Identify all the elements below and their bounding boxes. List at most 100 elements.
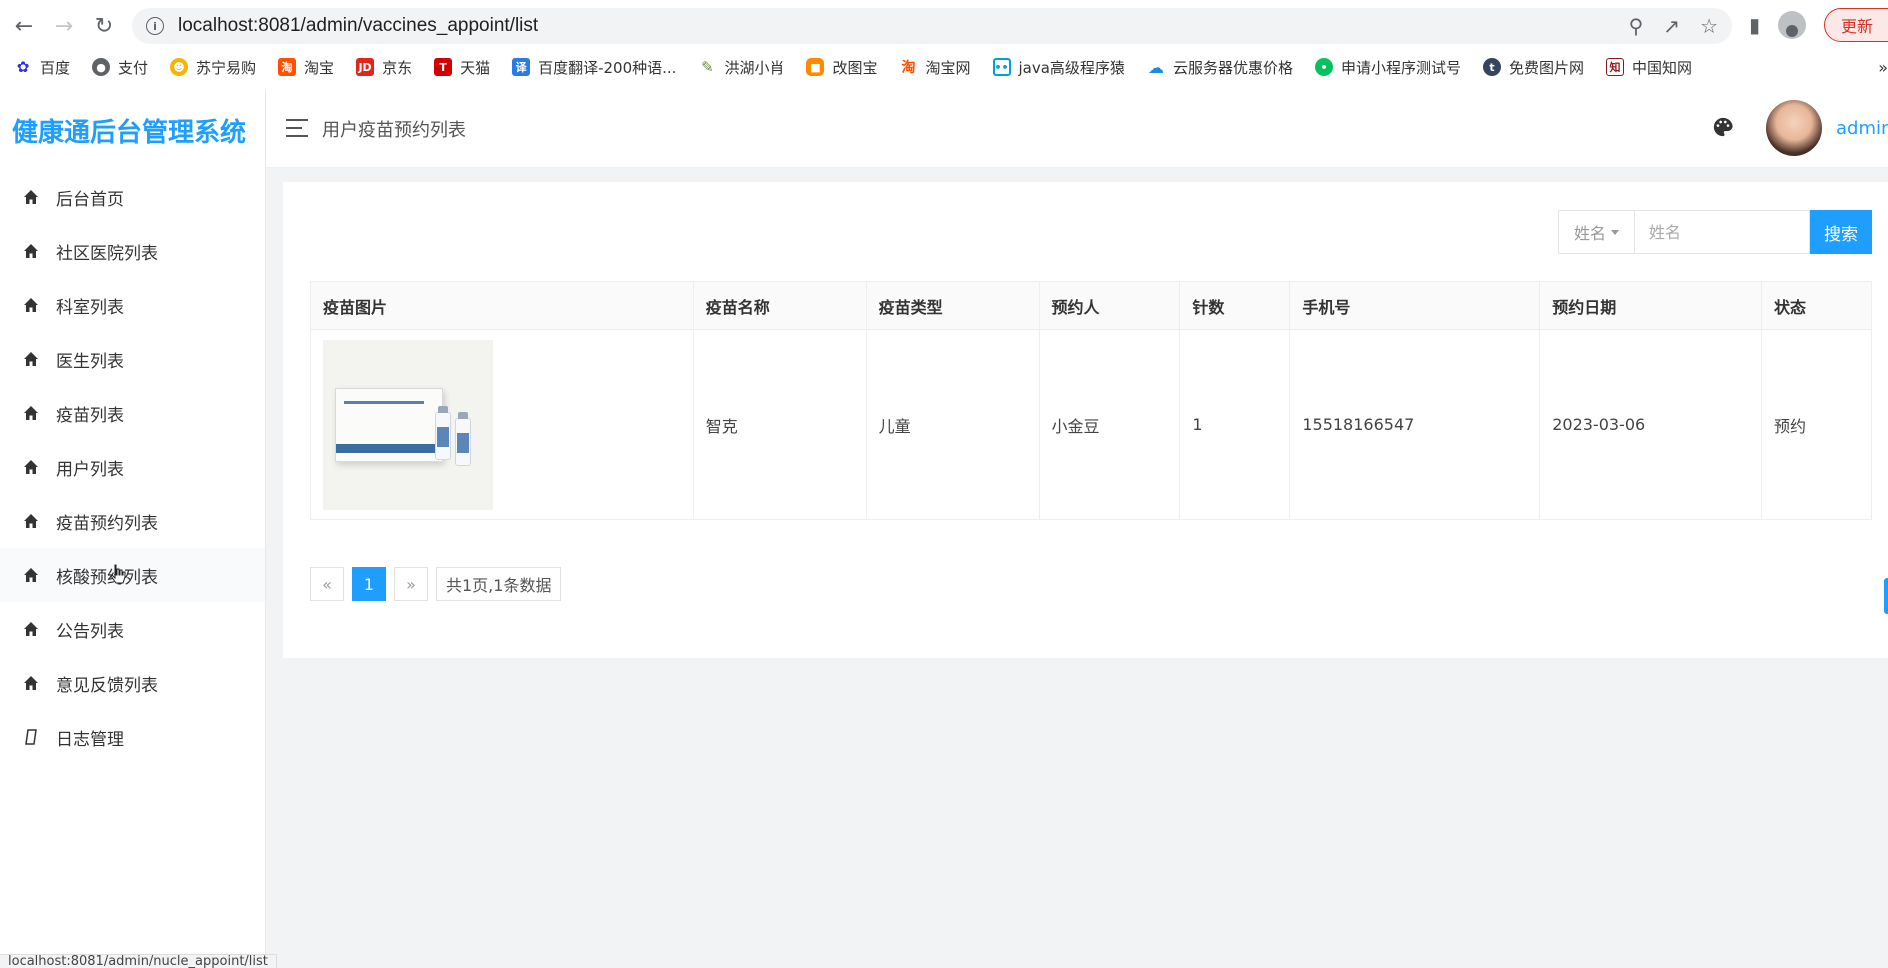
link-status-bar: localhost:8081/admin/nucle_appoint/list — [0, 954, 277, 968]
bookmark-item[interactable]: 译百度翻译-200种语... — [512, 57, 676, 78]
bookmark-item[interactable]: ☻ 苏宁易购 — [170, 57, 256, 78]
address-url[interactable]: localhost:8081/admin/vaccines_appoint/li… — [178, 15, 538, 37]
menu-toggle-icon[interactable] — [286, 119, 308, 137]
caret-down-icon — [1611, 229, 1619, 235]
sidebar-item[interactable]: 日志管理 — [0, 710, 265, 764]
user-avatar[interactable] — [1766, 100, 1822, 156]
bilibili-icon: •• — [992, 58, 1011, 76]
update-button[interactable]: 更新 ⋮ — [1823, 8, 1888, 42]
site-info-icon[interactable]: i — [146, 17, 164, 35]
back-arrow-icon[interactable]: ← — [4, 6, 44, 46]
tumblr-icon: t — [1482, 58, 1501, 76]
phone-cell: 15518166547 — [1289, 329, 1541, 520]
sidebar-item-label: 科室列表 — [56, 297, 124, 318]
home-icon — [22, 404, 40, 422]
bookmark-item[interactable]: 淘淘宝 — [278, 57, 334, 78]
reload-icon[interactable]: ↻ — [84, 6, 124, 46]
column-header: 疫苗名称 — [692, 281, 867, 330]
sidebar-menu: 后台首页社区医院列表 科室列表医生列表疫苗列表用户列表 疫苗预约列表 核酸预约列表 公告… — [0, 170, 265, 764]
page-title: 用户疫苗预约列表 — [322, 120, 466, 141]
tmall-icon: T — [434, 58, 453, 76]
home-icon — [22, 242, 40, 260]
sidebar-item[interactable]: 意见反馈列表 — [0, 656, 265, 710]
bookmark-item[interactable]: ✎ 洪湖小肖 — [698, 57, 784, 78]
page-number-button[interactable]: 1 — [352, 567, 386, 601]
pagination-info: 共1页,1条数据 — [436, 567, 562, 601]
sidebar-item[interactable]: 疫苗列表 — [0, 386, 265, 440]
sidebar-item-label: 后台首页 — [56, 189, 124, 210]
mouse-cursor-icon — [110, 564, 126, 584]
home-icon — [22, 566, 40, 584]
sidebar-item-label: 社区医院列表 — [56, 243, 158, 264]
sidebar-item-label: 疫苗列表 — [56, 405, 124, 426]
bookmark-label: 中国知网 — [1631, 58, 1692, 77]
bookmark-label: 京东 — [382, 58, 413, 77]
status-cell: 预约 — [1761, 329, 1872, 520]
vaccine-image-cell — [310, 329, 694, 520]
profile-icon[interactable] — [1777, 11, 1806, 39]
home-icon — [22, 188, 40, 206]
admin-username[interactable]: admin — [1836, 118, 1888, 139]
bookmark-item[interactable]: 知中国知网 — [1605, 57, 1692, 78]
zoom-icon[interactable]: ⚲ — [1629, 14, 1644, 38]
side-panel-icon[interactable]: ▮ — [1749, 13, 1760, 37]
prev-page-button[interactable]: « — [310, 567, 344, 601]
sidebar-item[interactable]: 科室列表 — [0, 278, 265, 332]
bookmark-item[interactable]: ■ 改图宝 — [806, 57, 877, 78]
share-icon[interactable]: ↗ — [1663, 14, 1680, 38]
bookmark-label: 申请小程序测试号 — [1340, 58, 1461, 77]
bookmarks-bar: ✿ 百度 ● 支付 ☻ 苏宁易购 淘淘宝 JD 京东 T 天猫 译百度翻译-200种语..… — [0, 52, 1888, 82]
bookmark-item[interactable]: • 申请小程序测试号 — [1314, 57, 1461, 78]
bookmark-label: 百度翻译-200种语... — [538, 58, 677, 77]
sidebar-item[interactable]: 公告列表 — [0, 602, 265, 656]
wechat-icon: • — [1314, 58, 1333, 76]
browser-toolbar: ← → ↻ i localhost:8081/admin/vaccines_ap… — [0, 0, 1888, 52]
vaccine-name-cell: 智克 — [692, 329, 867, 520]
home-icon — [22, 458, 40, 476]
appointment-date-cell: 2023-03-06 — [1539, 329, 1763, 520]
home-icon — [22, 350, 40, 368]
vial-shape — [435, 405, 451, 460]
bookmark-item[interactable]: ● 支付 — [92, 57, 148, 78]
suning-icon: ☻ — [170, 58, 189, 76]
bookmarks-overflow-icon[interactable]: » — [1878, 52, 1888, 82]
bookmark-item[interactable]: ✿ 百度 — [14, 57, 70, 78]
bookmark-item[interactable]: ☁ 云服务器优惠价格 — [1147, 57, 1293, 78]
bookmark-item[interactable]: JD 京东 — [356, 57, 412, 78]
sidebar-item[interactable]: 用户列表 — [0, 440, 265, 494]
floating-side-tab[interactable] — [1884, 578, 1888, 614]
sidebar-item[interactable]: 医生列表 — [0, 332, 265, 386]
column-header: 预约人 — [1038, 281, 1181, 330]
sidebar-item[interactable]: 社区医院列表 — [0, 224, 265, 278]
bookmark-label: java高级程序猿 — [1018, 58, 1125, 77]
app-logo[interactable]: 健康通后台管理系统 — [0, 90, 265, 170]
update-label: 更新 — [1840, 17, 1873, 36]
bookmark-label: 免费图片网 — [1508, 58, 1584, 77]
bookmark-item[interactable]: •• java高级程序猿 — [992, 57, 1125, 78]
menu-dots-icon: ⋮ — [1881, 16, 1888, 35]
sidebar-item[interactable]: 后台首页 — [0, 170, 265, 224]
sidebar-item-label: 意见反馈列表 — [56, 675, 158, 696]
globe-icon: ● — [92, 58, 111, 76]
forward-arrow-icon[interactable]: → — [44, 6, 84, 46]
table-row: 智克 儿童 小金豆 1 15518166547 2023-03-06 预约 — [310, 329, 1872, 520]
bookmark-item[interactable]: T 天猫 — [434, 57, 490, 78]
search-field-select[interactable]: 姓名 — [1558, 210, 1634, 254]
translate-icon: 译 — [512, 58, 531, 76]
search-input[interactable] — [1634, 210, 1810, 254]
bookmark-star-icon[interactable]: ☆ — [1700, 14, 1718, 38]
column-header: 疫苗类型 — [865, 281, 1040, 330]
vaccine-box-image — [323, 339, 493, 510]
bookmark-item[interactable]: 淘淘宝网 — [899, 57, 970, 78]
palette-icon[interactable] — [1712, 116, 1734, 138]
search-button[interactable]: 搜索 — [1810, 210, 1872, 254]
sidebar-item[interactable]: 核酸预约列表 — [0, 548, 265, 602]
next-page-button[interactable]: » — [394, 567, 428, 601]
sidebar-item[interactable]: 疫苗预约列表 — [0, 494, 265, 548]
bookmark-item[interactable]: t 免费图片网 — [1482, 57, 1584, 78]
home-icon — [22, 620, 40, 638]
address-bar[interactable]: i localhost:8081/admin/vaccines_appoint/… — [132, 8, 1732, 44]
log-icon — [22, 728, 40, 746]
vaccine-type-cell: 儿童 — [865, 329, 1040, 520]
bookmark-label: 苏宁易购 — [196, 58, 257, 77]
